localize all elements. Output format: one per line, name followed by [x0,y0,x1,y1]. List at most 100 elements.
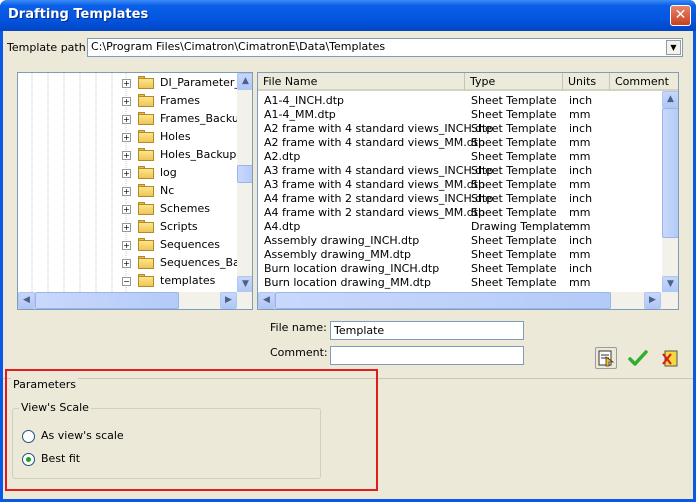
tree-item-label: templates [160,274,216,287]
tree-item[interactable]: + DI_Parameter_I [18,74,243,92]
list-cell: mm [569,150,591,163]
list-vertical-scrollbar[interactable]: ▲ ▼ [662,91,678,293]
dialog-client: Template path: C:\Program Files\Cimatron… [3,31,693,499]
list-row[interactable]: A1-4_MM.dtp Sheet Template mm [258,108,662,122]
expander-icon[interactable]: − [122,277,131,286]
tree-horizontal-scrollbar[interactable]: ◀ ▶ [18,292,252,309]
scroll-up-icon[interactable]: ▲ [662,91,678,108]
list-cell: A2.dtp [264,150,301,163]
tree-vertical-scrollbar[interactable]: ▲ ▼ [237,73,252,293]
list-row[interactable]: A2 frame with 4 standard views_INCH.dtp S… [258,122,662,136]
tree-item[interactable]: − templates [18,272,238,290]
list-cell: A3 frame with 4 standard views_INCH.dtp [264,164,494,177]
list-cell: Sheet Template [471,122,557,135]
list-cell: mm [569,276,591,289]
expander-icon[interactable]: + [122,259,131,268]
window-title: Drafting Templates [8,7,149,22]
tree-item[interactable]: + Frames_Backup [18,110,246,128]
expander-icon[interactable]: + [122,79,131,88]
list-row[interactable]: A1-4_INCH.dtp Sheet Template inch [258,94,662,108]
expander-icon[interactable]: + [122,169,131,178]
template-path-label: Template path: [7,41,90,54]
list-cell: Assembly drawing_MM.dtp [264,248,412,261]
list-row[interactable]: A3 frame with 4 standard views_INCH.dtp S… [258,164,662,178]
expander-icon[interactable]: + [122,151,131,160]
list-cell: inch [569,192,593,205]
list-scroll-thumb[interactable] [662,108,678,238]
folder-tree[interactable]: + DI_Parameter_I + Frames + Frames_Backup + Hol… [17,72,253,310]
scroll-left-icon[interactable]: ◀ [258,292,275,309]
scroll-right-icon[interactable]: ▶ [220,292,237,309]
list-row[interactable]: A2 frame with 4 standard views_MM.dtp She… [258,136,662,150]
title-bar[interactable]: Drafting Templates ✕ [0,0,696,31]
expander-icon[interactable]: + [122,115,131,124]
list-row[interactable]: Assembly drawing_MM.dtp Sheet Template mm [258,248,662,262]
list-row[interactable]: A2.dtp Sheet Template mm [258,150,662,164]
list-row[interactable]: A3 frame with 4 standard views_MM.dtp She… [258,178,662,192]
list-cell: inch [569,94,593,107]
template-path-combo[interactable]: C:\Program Files\Cimatron\CimatronE\Data… [87,38,683,57]
expander-icon[interactable]: + [122,223,131,232]
list-cell: Sheet Template [471,136,557,149]
folder-icon [138,112,154,125]
file-name-input[interactable]: Template [330,321,524,340]
list-row[interactable]: Assembly drawing_INCH.dtp Sheet Template i… [258,234,662,248]
tree-item[interactable]: + log [18,164,238,182]
scroll-up-icon[interactable]: ▲ [237,73,252,90]
tree-item-label: Sequences [160,238,220,251]
highlight-annotation-box [5,369,378,491]
folder-icon [138,220,154,233]
tree-item-label: Nc [160,184,175,197]
list-cell: inch [569,262,593,275]
list-cell: mm [569,220,591,233]
tree-item-label: Holes [160,130,191,143]
chevron-down-icon[interactable]: ▼ [666,40,681,55]
list-row[interactable]: A4 frame with 2 standard views_MM.dtp She… [258,206,662,220]
column-header-type[interactable]: Type [465,73,563,91]
tree-hscroll-thumb[interactable] [35,292,179,309]
expander-icon[interactable]: + [122,187,131,196]
list-cell: mm [569,248,591,261]
list-row[interactable]: Burn location drawing_INCH.dtp Sheet Temp… [258,262,662,276]
tree-item[interactable]: + Schemes [18,200,238,218]
close-icon: ✕ [674,7,687,23]
save-template-button[interactable] [595,347,617,369]
list-cell: Sheet Template [471,192,557,205]
column-header-comment[interactable]: Comment [610,73,678,91]
tree-item[interactable]: + Sequences [18,236,238,254]
scroll-down-icon[interactable]: ▼ [662,276,678,293]
tree-scroll-thumb[interactable] [237,165,252,183]
folder-icon [138,184,154,197]
folder-icon [138,202,154,215]
list-row[interactable]: A4 frame with 2 standard views_INCH.dtp S… [258,192,662,206]
tree-item[interactable]: + Sequences_Ba [18,254,240,272]
list-row[interactable]: A4.dtp Drawing Template mm [258,220,662,234]
tree-item[interactable]: + Scripts [18,218,238,236]
folder-icon [138,166,154,179]
expander-icon[interactable]: + [122,241,131,250]
list-row[interactable]: Burn location drawing_MM.dtp Sheet Templa… [258,276,662,290]
scroll-left-icon[interactable]: ◀ [18,292,35,309]
tree-item[interactable]: + Holes [18,128,238,146]
expander-icon[interactable]: + [122,133,131,142]
close-button[interactable]: ✕ [670,5,691,26]
list-hscroll-thumb[interactable] [275,292,611,309]
column-header-units[interactable]: Units [563,73,610,91]
expander-icon[interactable]: + [122,97,131,106]
ok-button[interactable] [627,347,649,369]
scroll-right-icon[interactable]: ▶ [644,292,661,309]
list-horizontal-scrollbar[interactable]: ◀ ▶ [258,292,678,309]
file-list[interactable]: File Name Type Units Comment A1-4_INCH.d… [257,72,679,310]
tree-item[interactable]: + Nc [18,182,238,200]
list-cell: Sheet Template [471,94,557,107]
tree-item[interactable]: + Frames [18,92,238,110]
column-header-file-name[interactable]: File Name [258,73,465,91]
scroll-down-icon[interactable]: ▼ [237,276,252,293]
expander-icon[interactable]: + [122,205,131,214]
comment-input[interactable] [330,346,524,365]
tree-item[interactable]: + Holes_Backup [18,146,238,164]
folder-icon [138,76,154,89]
comment-label: Comment: [270,346,328,359]
cancel-button[interactable] [659,347,681,369]
tree-item-label: Frames_Backup [160,112,246,125]
